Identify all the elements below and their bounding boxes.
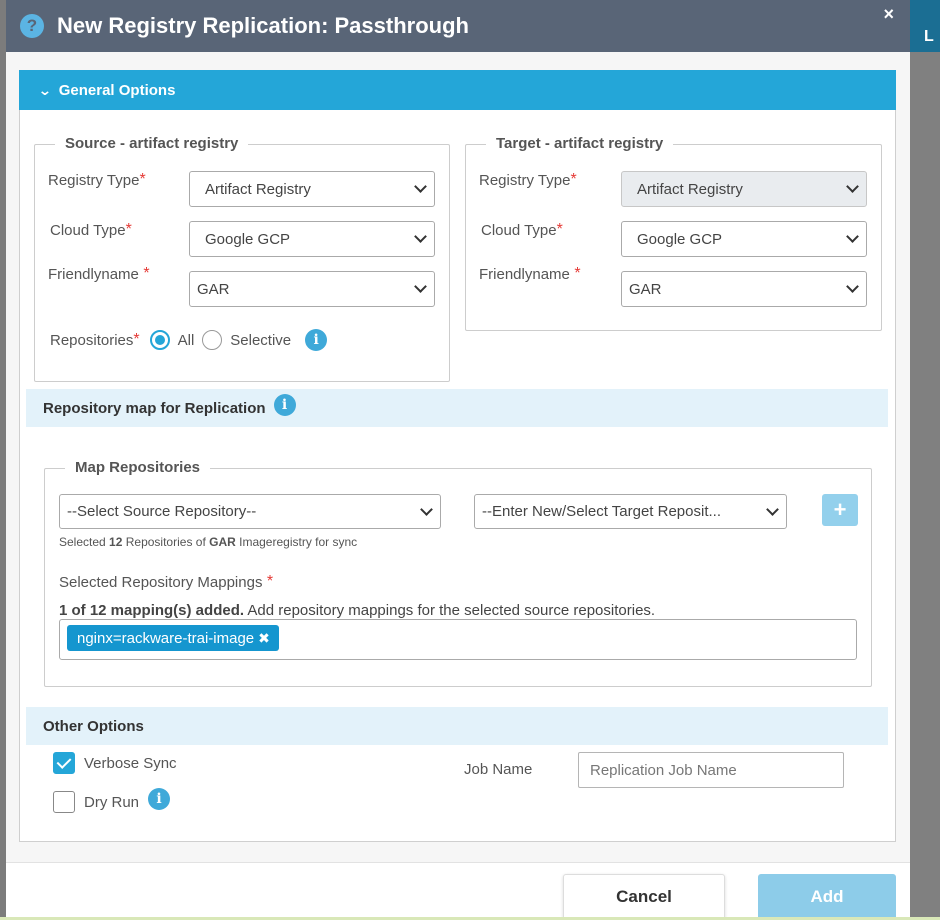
target-cloud-type-value: Google GCP — [637, 230, 723, 248]
help-icon[interactable]: ? — [20, 14, 44, 38]
hint-suffix: Imageregistry for sync — [235, 535, 358, 549]
mappings-status: 1 of 12 mapping(s) added. Add repository… — [59, 602, 655, 619]
required-marker: * — [139, 171, 146, 188]
hint-count: 12 — [109, 535, 123, 549]
target-legend: Target - artifact registry — [486, 135, 674, 152]
source-cloud-type-value: Google GCP — [205, 230, 291, 248]
target-repository-select[interactable]: --Enter New/Select Target Reposit... — [474, 494, 787, 529]
repository-map-header: Repository map for Replication i — [26, 389, 888, 427]
source-cloud-type-select[interactable]: Google GCP — [189, 221, 435, 257]
required-marker: * — [574, 265, 581, 282]
target-friendlyname-label: Friendlyname — [479, 265, 570, 283]
chevron-down-icon: ⌄ — [37, 81, 52, 98]
target-registry-type-label: Registry Type — [479, 171, 571, 189]
verbose-sync-checkbox[interactable] — [53, 752, 75, 774]
background-app-label: L — [924, 28, 934, 45]
required-marker: * — [125, 221, 132, 238]
add-mapping-button[interactable]: + — [822, 494, 858, 526]
source-registry-type-select[interactable]: Artifact Registry — [189, 171, 435, 207]
source-friendlyname-value: GAR — [197, 280, 230, 298]
radio-selective[interactable] — [202, 330, 223, 350]
target-registry-type-select: Artifact Registry — [621, 171, 867, 207]
add-button[interactable]: Add — [758, 874, 896, 920]
target-friendlyname-value: GAR — [629, 280, 662, 298]
required-marker: * — [143, 265, 150, 282]
target-cloud-type-select[interactable]: Google GCP — [621, 221, 867, 257]
target-cloud-type-label: Cloud Type — [481, 221, 557, 239]
mapping-tag-label: nginx=rackware-trai-image — [77, 629, 255, 647]
general-options-title: General Options — [58, 81, 176, 99]
radio-selective-label: Selective — [230, 331, 292, 349]
repository-selection-hint: Selected 12 Repositories of GAR Imagereg… — [59, 535, 357, 549]
job-name-input[interactable] — [578, 752, 844, 788]
source-repository-select-value: --Select Source Repository-- — [67, 503, 257, 520]
hint-prefix: Selected — [59, 535, 110, 549]
target-friendlyname-select[interactable]: GAR — [621, 271, 867, 307]
background-app-right: L — [910, 0, 940, 920]
chevron-down-icon — [846, 230, 859, 243]
repository-map-title: Repository map for Replication — [43, 399, 266, 417]
mappings-status-count: 1 of 12 mapping(s) added. — [59, 602, 245, 619]
source-registry-type-value: Artifact Registry — [205, 180, 311, 198]
target-registry-type-value: Artifact Registry — [637, 180, 743, 198]
mappings-label: Selected Repository Mappings — [59, 573, 263, 591]
source-registry-box: Source - artifact registry Registry Type… — [34, 135, 450, 382]
source-friendlyname-select[interactable]: GAR — [189, 271, 435, 307]
remove-mapping-icon[interactable]: ✖ — [258, 630, 270, 647]
info-icon[interactable]: i — [305, 329, 328, 351]
mappings-status-text: Add repository mappings for the selected… — [244, 602, 656, 619]
chevron-down-icon — [414, 180, 427, 193]
info-icon[interactable]: i — [148, 788, 171, 810]
radio-all-label: All — [177, 331, 195, 349]
close-button[interactable]: × — [883, 4, 894, 25]
required-marker: * — [570, 171, 577, 188]
replication-dialog: ? New Registry Replication: Passthrough … — [6, 0, 910, 920]
footer-divider — [6, 862, 910, 863]
job-name-label: Job Name — [464, 761, 533, 778]
other-options-header: Other Options — [26, 707, 888, 745]
chevron-down-icon — [846, 280, 859, 293]
source-cloud-type-label: Cloud Type — [50, 221, 126, 239]
chevron-down-icon — [414, 280, 427, 293]
dialog-header: ? New Registry Replication: Passthrough … — [6, 0, 910, 52]
chevron-down-icon — [766, 503, 779, 516]
source-registry-type-label: Registry Type — [48, 171, 140, 189]
source-repository-select[interactable]: --Select Source Repository-- — [59, 494, 441, 529]
repositories-label: Repositories — [50, 331, 134, 349]
chevron-down-icon — [846, 180, 859, 193]
source-legend: Source - artifact registry — [55, 135, 249, 152]
mappings-tag-input[interactable]: nginx=rackware-trai-image ✖ — [59, 619, 857, 660]
target-registry-box: Target - artifact registry Registry Type… — [465, 135, 882, 331]
map-repositories-box: Map Repositories --Select Source Reposit… — [44, 459, 872, 687]
verbose-sync-label: Verbose Sync — [84, 754, 177, 772]
dry-run-label: Dry Run — [84, 793, 140, 811]
hint-registry: GAR — [209, 535, 236, 549]
general-options-header[interactable]: ⌄ General Options — [19, 70, 896, 110]
dialog-body: ⌄ General Options Source - artifact regi… — [6, 52, 910, 862]
required-marker: * — [133, 331, 140, 348]
map-repositories-legend: Map Repositories — [65, 459, 211, 476]
required-marker: * — [556, 221, 563, 238]
chevron-down-icon — [414, 230, 427, 243]
info-icon[interactable]: i — [273, 394, 296, 416]
dry-run-checkbox[interactable] — [53, 791, 75, 813]
plus-icon: + — [833, 497, 847, 522]
chevron-down-icon — [420, 503, 433, 516]
mapping-tag: nginx=rackware-trai-image ✖ — [67, 625, 279, 651]
target-repository-select-value: --Enter New/Select Target Reposit... — [482, 503, 721, 520]
source-friendlyname-label: Friendlyname — [48, 265, 139, 283]
radio-all[interactable] — [149, 330, 170, 350]
dialog-title: New Registry Replication: Passthrough — [57, 13, 469, 38]
other-options-title: Other Options — [43, 717, 144, 735]
required-marker: * — [266, 573, 274, 590]
cancel-button[interactable]: Cancel — [563, 874, 725, 920]
hint-middle: Repositories of — [122, 535, 210, 549]
